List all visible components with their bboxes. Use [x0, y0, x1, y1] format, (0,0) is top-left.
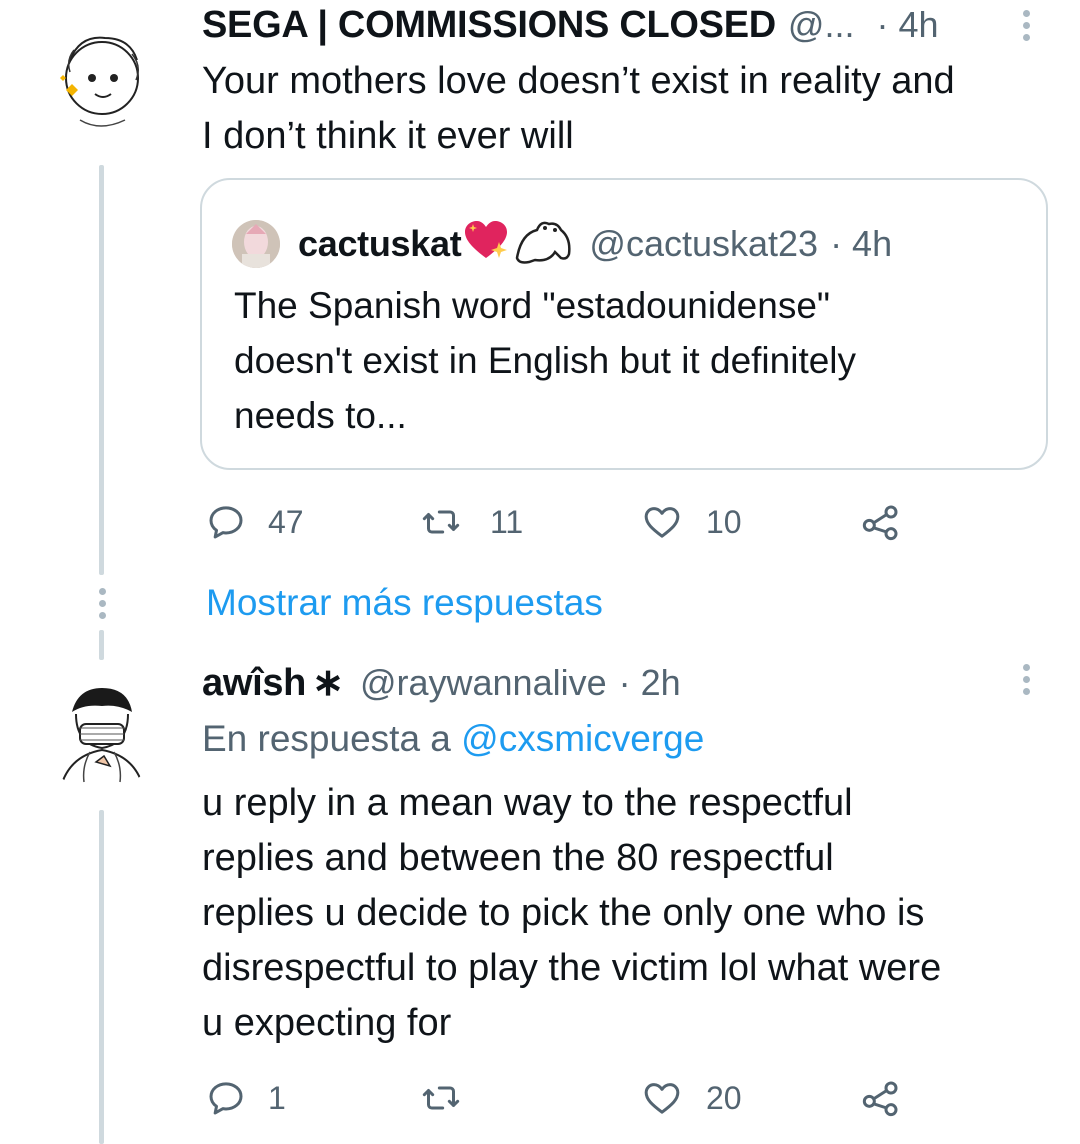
tweet2-like-button[interactable]: 20: [640, 1078, 742, 1118]
quote-time[interactable]: · 4h: [830, 223, 892, 265]
tweet1-share-button[interactable]: [860, 502, 902, 542]
tweet1-time[interactable]: · 4h: [876, 4, 938, 46]
quote-display-name[interactable]: cactuskat: [298, 223, 462, 265]
tweet1-text-line2: I don’t think it ever will: [202, 115, 574, 157]
tweet2-display-name[interactable]: awîsh: [202, 662, 306, 705]
quote-handle[interactable]: @cactuskat23: [589, 223, 818, 265]
quote-text-line1: The Spanish word "estadounidense": [234, 285, 831, 326]
quoted-tweet-card[interactable]: cactuskat @cactuskat23 · 4h The Spanish …: [200, 178, 1048, 470]
retweet-icon: [422, 1086, 460, 1110]
tweet2-text-line1: u reply in a mean way to the respectful: [202, 782, 853, 824]
tweet1-more-icon[interactable]: [1020, 10, 1032, 50]
tweet1-like-button[interactable]: 10: [640, 502, 742, 542]
sparkling-heart-icon: [463, 220, 509, 267]
tweet2-handle[interactable]: @raywannalive: [360, 662, 607, 704]
quote-text-line3: needs to...: [234, 395, 407, 436]
tweet2-text: u reply in a mean way to the respectful …: [202, 776, 1062, 1051]
reply-icon: [209, 506, 243, 539]
retweet-icon: [422, 510, 460, 534]
reply-to-handle[interactable]: @cxsmicverge: [461, 718, 704, 759]
tweet2-share-button[interactable]: [860, 1078, 902, 1118]
thread-line-bottom: [99, 810, 104, 1144]
thread-gap-dots: [96, 588, 108, 628]
tweet1-reply-button[interactable]: 47: [206, 502, 304, 542]
tweet2-reply-context: En respuesta a @cxsmicverge: [202, 718, 704, 760]
thread-line-mid: [99, 630, 104, 660]
tweet1-retweet-button[interactable]: 11: [420, 502, 523, 542]
avatar-illustration-icon: [60, 36, 139, 127]
avatar-drawing-icon: [59, 688, 145, 791]
tweet2-reply-button[interactable]: 1: [206, 1078, 286, 1118]
avatar-awish[interactable]: [40, 672, 160, 792]
frog-icon: [511, 218, 575, 269]
share-icon: [862, 1081, 898, 1117]
tweet2-time[interactable]: · 2h: [619, 662, 681, 704]
tweet2-header: awîsh ∗ @raywannalive · 2h: [202, 660, 681, 705]
reply-icon: [209, 1082, 243, 1115]
tweet2-text-line4: disrespectful to play the victim lol wha…: [202, 947, 942, 989]
quote-text-line2: doesn't exist in English but it definite…: [234, 340, 857, 381]
show-more-replies-link[interactable]: Mostrar más respuestas: [206, 582, 603, 624]
tweet2-text-line2: replies and between the 80 respectful: [202, 837, 834, 879]
tweet2-retweet-button[interactable]: [420, 1078, 484, 1118]
tweet2-text-line5: u expecting for: [202, 1002, 452, 1044]
tweet2-reply-count: 1: [268, 1079, 286, 1116]
tweet1-display-name[interactable]: SEGA | COMMISSIONS CLOSED: [202, 4, 776, 47]
quote-avatar-photo-icon: [232, 220, 280, 268]
tweet2-like-count: 20: [706, 1079, 742, 1116]
share-icon: [862, 505, 898, 541]
thread-line-top: [99, 165, 104, 575]
reply-prefix: En respuesta a: [202, 718, 451, 759]
heart-icon: [644, 507, 680, 538]
avatar-sega[interactable]: [40, 20, 160, 140]
tweet1-reply-count: 47: [268, 503, 304, 540]
tweet1-header: SEGA | COMMISSIONS CLOSED @... · 4h: [202, 4, 939, 48]
quote-header: cactuskat @cactuskat23 · 4h: [298, 218, 892, 269]
quote-avatar[interactable]: [232, 220, 280, 268]
tweet1-handle[interactable]: @...: [788, 4, 855, 46]
asterisk-icon: ∗: [312, 662, 344, 704]
tweet1-like-count: 10: [706, 503, 742, 540]
tweet1-text: Your mothers love doesn’t exist in reali…: [202, 54, 1062, 164]
quote-text: The Spanish word "estadounidense" doesn'…: [234, 278, 1034, 443]
tweet1-text-line1: Your mothers love doesn’t exist in reali…: [202, 60, 955, 102]
tweet2-text-line3: replies u decide to pick the only one wh…: [202, 892, 925, 934]
heart-icon: [644, 1083, 680, 1114]
tweet1-retweet-count: 11: [490, 503, 524, 540]
tweet2-more-icon[interactable]: [1020, 664, 1032, 704]
